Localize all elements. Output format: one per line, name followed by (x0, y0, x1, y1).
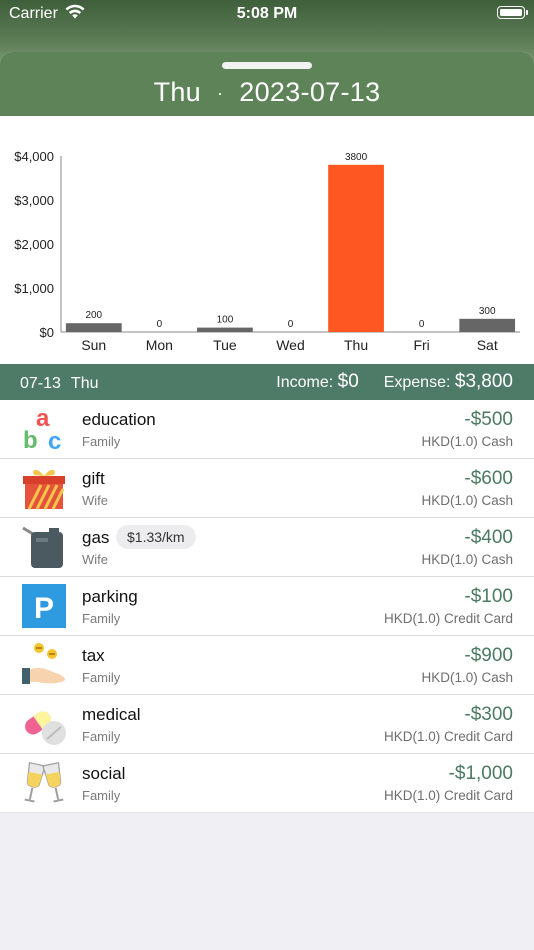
bar-sat (459, 318, 516, 332)
transaction-category: parking (82, 587, 138, 606)
y-tick-label: $1,000 (14, 281, 54, 296)
transaction-category: gas (82, 528, 110, 547)
transaction-amount: -$1,000 (448, 763, 513, 784)
bar-value-label: 0 (419, 319, 425, 330)
transaction-list: a b c education Family -$500 HKD(1.0) Ca… (0, 400, 534, 813)
transaction-member: Wife (82, 493, 108, 508)
transaction-member: Family (82, 611, 121, 626)
x-tick-label: Sat (477, 337, 498, 353)
transaction-account: HKD(1.0) Cash (421, 552, 513, 567)
wine-glasses-icon (24, 761, 64, 803)
transaction-member: Family (82, 729, 121, 744)
status-bar: Carrier 5:08 PM (0, 0, 534, 28)
y-tick-label: $2,000 (14, 237, 54, 252)
sheet-header: Thu · 2023-07-13 (0, 52, 534, 116)
bar-value-label: 0 (157, 319, 163, 330)
transaction-account: HKD(1.0) Credit Card (383, 729, 513, 744)
x-tick-label: Sun (81, 337, 106, 353)
fuel-can-icon (22, 526, 63, 568)
svg-text:P: P (34, 592, 54, 625)
day-detail-sheet: Thu · 2023-07-13 $0 $1,000 $2,000 $3,000 $4,00… (0, 52, 534, 950)
income-value: $0 (337, 371, 359, 392)
bar-value-label: 300 (479, 306, 496, 317)
y-tick-label: $3,000 (14, 193, 54, 208)
parking-sign-icon: P (22, 584, 66, 628)
transaction-amount: -$500 (464, 409, 513, 430)
x-tick-label: Wed (276, 337, 305, 353)
title-separator: · (217, 83, 224, 104)
transaction-account: HKD(1.0) Credit Card (383, 788, 513, 803)
distance-cost-badge: $1.33/km (116, 525, 196, 549)
y-tick-label: $4,000 (14, 149, 54, 164)
x-tick-label: Fri (413, 337, 429, 353)
transaction-category: social (82, 764, 126, 783)
summary-weekday: Thu (70, 375, 99, 392)
summary-date: 07-13 (20, 375, 61, 392)
svg-text:c: c (48, 428, 61, 452)
x-tick-label: Tue (213, 337, 237, 353)
transaction-member: Family (82, 434, 121, 449)
transaction-row-gas[interactable]: gas $1.33/km Wife -$400 HKD(1.0) Cash (0, 518, 534, 577)
sheet-title: Thu · 2023-07-13 (0, 77, 534, 108)
x-tick-label: Mon (146, 337, 173, 353)
transaction-row-parking[interactable]: P parking Family -$100 HKD(1.0) Credit C… (0, 577, 534, 636)
day-summary-bar: 07-13 Thu Income: $0 Expense: $3,800 (0, 364, 534, 400)
transaction-category: gift (82, 469, 105, 488)
transaction-member: Family (82, 788, 121, 803)
transaction-category: tax (82, 646, 105, 665)
transaction-row-medical[interactable]: medical Family -$300 HKD(1.0) Credit Car… (0, 695, 534, 754)
bar-thu (328, 164, 384, 332)
income-label: Income: (276, 374, 334, 391)
transaction-amount: -$600 (464, 468, 513, 489)
bar-value-label: 200 (85, 310, 102, 321)
expense-value: $3,800 (454, 371, 513, 392)
abc-letters-icon: a b c (23, 406, 61, 452)
sheet-grabber[interactable] (222, 62, 312, 69)
transaction-member: Family (82, 670, 121, 685)
bar-tue (197, 327, 253, 332)
transaction-row-tax[interactable]: tax Family -$900 HKD(1.0) Cash (0, 636, 534, 695)
transaction-account: HKD(1.0) Cash (421, 493, 513, 508)
transaction-account: HKD(1.0) Cash (421, 434, 513, 449)
battery-icon (497, 6, 528, 19)
bar-chart-svg: $0 $1,000 $2,000 $3,000 $4,000 200 Sun 0 Mon 100 T… (14, 149, 520, 353)
bar-value-label: 0 (288, 319, 294, 330)
transaction-category: education (82, 410, 156, 429)
svg-text:b: b (23, 427, 38, 452)
transaction-amount: -$300 (464, 704, 513, 725)
gift-box-icon (23, 469, 65, 510)
transaction-amount: -$100 (464, 586, 513, 607)
y-tick-label: $0 (40, 325, 54, 340)
transaction-amount: -$400 (464, 527, 513, 548)
x-tick-label: Thu (344, 337, 368, 353)
transaction-account: HKD(1.0) Cash (421, 670, 513, 685)
transaction-amount: -$900 (464, 645, 513, 666)
transaction-member: Wife (82, 552, 108, 567)
bar-value-label: 100 (217, 315, 234, 326)
transaction-account: HKD(1.0) Credit Card (383, 611, 513, 626)
transaction-row-gift[interactable]: gift Wife -$600 HKD(1.0) Cash (0, 459, 534, 518)
title-weekday: Thu (153, 77, 201, 107)
transaction-category: medical (82, 705, 141, 724)
transaction-row-education[interactable]: a b c education Family -$500 HKD(1.0) Ca… (0, 400, 534, 459)
title-date: 2023-07-13 (239, 77, 381, 107)
pills-icon (25, 711, 66, 745)
hand-coins-icon (22, 643, 65, 684)
expense-label: Expense: (383, 374, 451, 391)
bar-sun (65, 323, 122, 332)
bar-value-label: 3800 (345, 152, 368, 163)
transaction-row-social[interactable]: social Family -$1,000 HKD(1.0) Credit Ca… (0, 754, 534, 813)
weekly-expense-chart: $0 $1,000 $2,000 $3,000 $4,000 200 Sun 0 Mon 100 T… (0, 116, 534, 364)
clock: 5:08 PM (236, 5, 298, 22)
